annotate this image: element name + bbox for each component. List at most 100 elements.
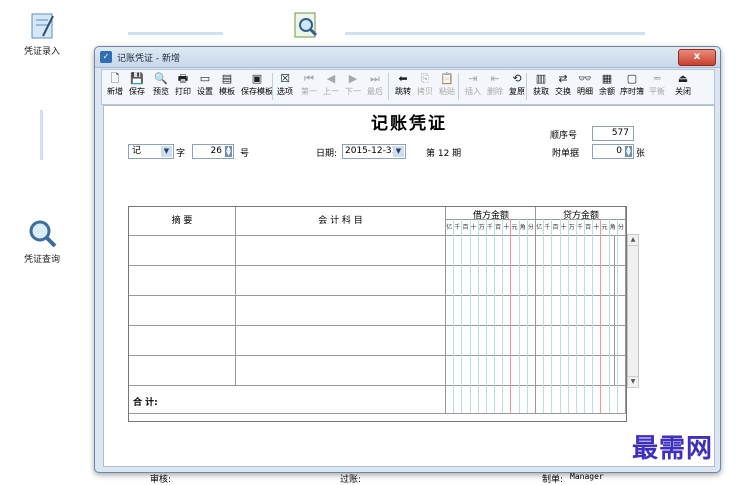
detail-icon: 👓 bbox=[578, 72, 592, 85]
toolbar-button-label: 模板 bbox=[219, 87, 235, 96]
toolbar-button-label: 跳转 bbox=[395, 87, 411, 96]
template-icon: ▤ bbox=[221, 72, 233, 85]
toolbar-button-preview[interactable]: 🔍 预览 bbox=[150, 72, 172, 97]
toolbar-button-detail[interactable]: 👓 明细 bbox=[574, 72, 596, 97]
voucher-paper: 记账凭证 记 ▼ 字 26 ▲ ▼ 号 日期: 2015-12-31 ▼ 第 12… bbox=[103, 105, 715, 485]
toolbar-button-delete[interactable]: ⇤ 删除 bbox=[484, 72, 506, 97]
new-doc-icon: 🗋 bbox=[110, 72, 120, 85]
grid-line bbox=[129, 413, 626, 414]
toolbar-button-swap[interactable]: ⇄ 交换 bbox=[552, 72, 574, 97]
insert-icon: ⇥ bbox=[468, 72, 478, 85]
digit-header: 千 bbox=[544, 224, 551, 231]
toolbar-separator bbox=[272, 73, 273, 100]
sequence-number-field[interactable]: 577 bbox=[592, 126, 634, 141]
digit-grid-line bbox=[592, 219, 594, 413]
settings-icon: ▭ bbox=[199, 72, 211, 85]
toolbar-button-balance[interactable]: ▦ 余额 bbox=[596, 72, 618, 97]
toolbar-button-label: 第一 bbox=[301, 87, 317, 96]
digit-grid-line bbox=[551, 219, 553, 413]
grid-line bbox=[445, 219, 626, 220]
digit-header: 分 bbox=[617, 224, 624, 231]
save-template-icon: ▣ bbox=[251, 72, 263, 85]
paste-icon: 📋 bbox=[440, 72, 454, 85]
digit-grid-line bbox=[461, 219, 463, 413]
last-icon: ⏭ bbox=[370, 72, 380, 85]
zi-label: 字 bbox=[176, 149, 186, 159]
attachments-stepper[interactable]: 0 ▲ ▼ bbox=[592, 144, 634, 159]
magnifier-icon bbox=[27, 218, 57, 248]
grid-line bbox=[625, 207, 626, 413]
toolbar-button-jump[interactable]: ⬅ 跳转 bbox=[392, 72, 414, 97]
toolbar-button-prev[interactable]: ◀ 上一 bbox=[320, 72, 342, 97]
toolbar-button-label: 上一 bbox=[323, 87, 339, 96]
digit-header: 千 bbox=[454, 224, 461, 231]
toolbar-button-label: 设置 bbox=[197, 87, 213, 96]
post-label: 过账: bbox=[340, 475, 362, 485]
toolbar-button-journal[interactable]: ▢ 序时簿 bbox=[618, 72, 646, 97]
exit-icon: ⏏ bbox=[677, 72, 689, 85]
magnifier-document-icon bbox=[291, 10, 321, 40]
scroll-down-icon[interactable]: ▼ bbox=[628, 376, 638, 387]
toolbar-button-label: 粘贴 bbox=[439, 87, 455, 96]
desktop-icon-voucher-query[interactable]: 凭证查询 bbox=[12, 218, 72, 265]
toolbar-button-last[interactable]: ⏭ 最后 bbox=[364, 72, 386, 97]
chevron-down-icon[interactable]: ▼ bbox=[393, 146, 404, 157]
toolbar-button-insert[interactable]: ⇥ 插入 bbox=[462, 72, 484, 97]
toolbar-button-exit[interactable]: ⏏ 关闭 bbox=[672, 72, 694, 97]
digit-header: 千 bbox=[576, 224, 583, 231]
digit-header: 十 bbox=[593, 224, 600, 231]
digit-grid-line bbox=[559, 219, 561, 413]
digit-header: 十 bbox=[560, 224, 567, 231]
digit-header: 百 bbox=[462, 224, 469, 231]
toolbar-button-label: 删除 bbox=[487, 87, 503, 96]
total-label: 合 计: bbox=[133, 398, 158, 408]
voucher-entry-icon bbox=[27, 10, 57, 40]
digit-grid-line bbox=[510, 219, 512, 413]
digit-grid-line bbox=[453, 219, 455, 413]
toolbar-button-save[interactable]: 💾 保存 bbox=[126, 72, 148, 97]
voucher-type-select[interactable]: 记 ▼ bbox=[128, 144, 174, 159]
toolbar-button-print[interactable]: 🖶 打印 bbox=[172, 72, 194, 97]
toolbar-button-label: 插入 bbox=[465, 87, 481, 96]
toolbar-button-save-template[interactable]: ▣ 保存模板 bbox=[240, 72, 274, 97]
toolbar-button-next[interactable]: ▶ 下一 bbox=[342, 72, 364, 97]
toolbar-button-copy[interactable]: ⎘ 拷贝 bbox=[414, 72, 436, 97]
toolbar-button-label: 下一 bbox=[345, 87, 361, 96]
toolbar-separator bbox=[388, 73, 389, 100]
toolbar-button-restore[interactable]: ⟲ 复原 bbox=[506, 72, 528, 97]
table-scrollbar[interactable]: ▲ ▼ bbox=[627, 234, 639, 388]
toolbar-button-settings[interactable]: ▭ 设置 bbox=[194, 72, 216, 97]
spin-arrows-icon[interactable]: ▲ ▼ bbox=[625, 146, 632, 157]
period-label: 第 12 期 bbox=[426, 149, 462, 159]
zhang-label: 张 bbox=[636, 149, 646, 159]
digit-header: 角 bbox=[609, 224, 616, 231]
toolbar-button-template[interactable]: ▤ 模板 bbox=[216, 72, 238, 97]
toolbar-button-new-doc[interactable]: 🗋 新增 bbox=[104, 72, 126, 97]
chevron-down-icon[interactable]: ▼ bbox=[161, 146, 172, 157]
desktop-icon-voucher-entry[interactable]: 凭证录入 bbox=[12, 10, 72, 57]
spin-arrows-icon[interactable]: ▲ ▼ bbox=[225, 146, 232, 157]
grid-line bbox=[445, 207, 446, 413]
window-titlebar[interactable]: ✓ 记账凭证 - 新增 x bbox=[95, 47, 720, 68]
desktop-icon-voucher-flow[interactable] bbox=[276, 10, 336, 44]
digit-header: 亿 bbox=[536, 224, 543, 231]
close-button[interactable]: x bbox=[678, 49, 716, 66]
toolbar-button-fetch[interactable]: ▥ 获取 bbox=[530, 72, 552, 97]
toolbar-button-first[interactable]: ⏮ 第一 bbox=[298, 72, 320, 97]
digit-header: 元 bbox=[511, 224, 518, 231]
date-picker[interactable]: 2015-12-31 ▼ bbox=[342, 144, 406, 159]
digit-header: 亿 bbox=[446, 224, 453, 231]
flow-arrow-line bbox=[345, 32, 645, 35]
watermark-text: 最需网 bbox=[632, 434, 714, 464]
toolbar-button-label: 保存模板 bbox=[241, 87, 273, 96]
digit-grid-line bbox=[485, 219, 487, 413]
toolbar-button-label: 新增 bbox=[107, 87, 123, 96]
scroll-up-icon[interactable]: ▲ bbox=[628, 235, 638, 246]
toolbar-button-label: 保存 bbox=[129, 87, 145, 96]
toolbar-button-paste[interactable]: 📋 粘贴 bbox=[436, 72, 458, 97]
voucher-number-stepper[interactable]: 26 ▲ ▼ bbox=[192, 144, 234, 159]
digit-header: 万 bbox=[568, 224, 575, 231]
toolbar-button-balance-check[interactable]: ═ 平衡 bbox=[646, 72, 668, 97]
toolbar-button-options[interactable]: ☒ 选项 bbox=[274, 72, 296, 97]
digit-header: 百 bbox=[552, 224, 559, 231]
